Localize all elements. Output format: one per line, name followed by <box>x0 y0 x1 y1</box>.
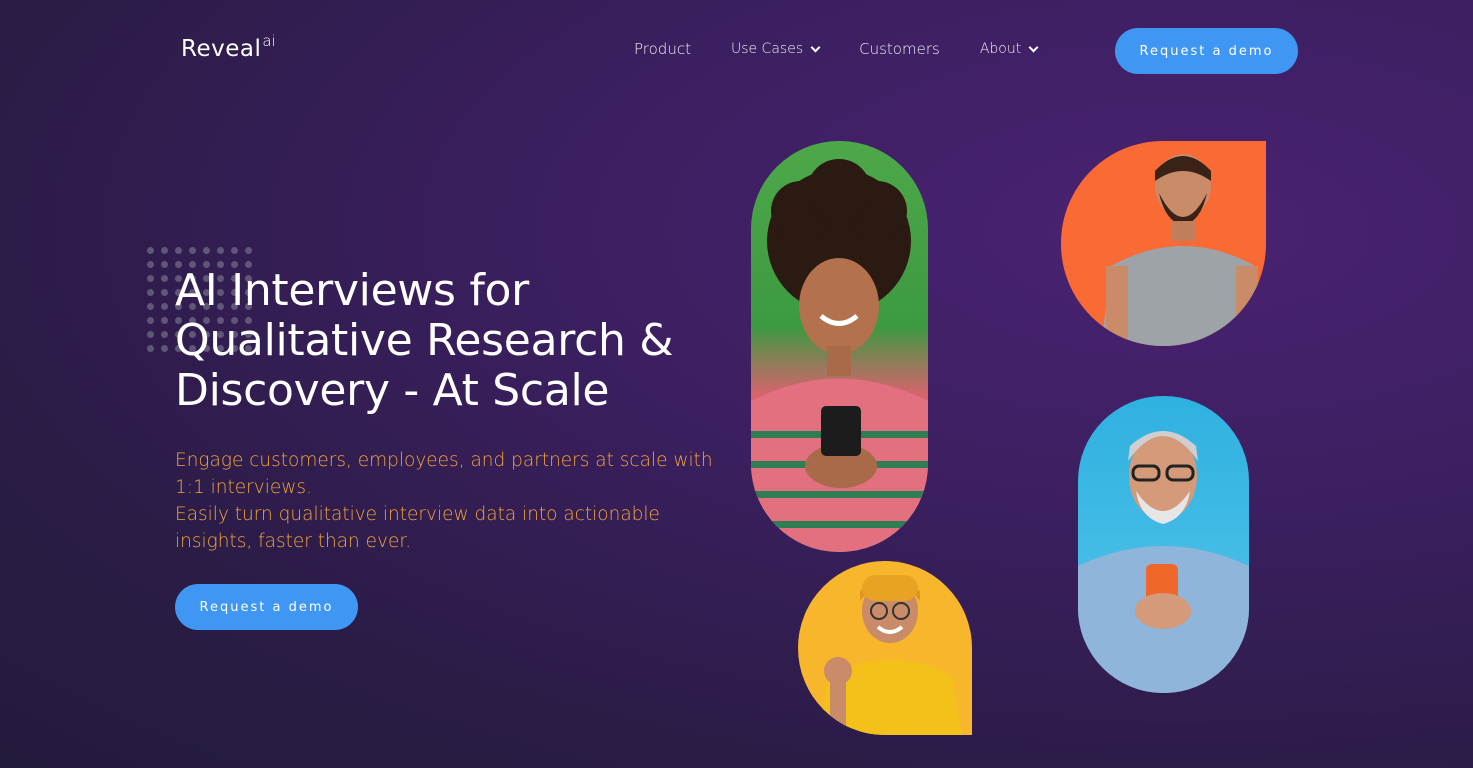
bearded-man-photo <box>1061 141 1266 346</box>
dot <box>147 247 154 254</box>
nav-item-label: Use Cases <box>730 41 804 57</box>
dot <box>161 331 168 338</box>
hero-headline-line: Discovery - At Scale <box>175 365 610 416</box>
dot <box>161 303 168 310</box>
bearded-man-illustration <box>1101 154 1266 346</box>
request-demo-button-hero[interactable]: Request a demo <box>175 584 358 630</box>
request-demo-button-header[interactable]: Request a demo <box>1115 28 1298 74</box>
nav-item-label: Customers <box>859 40 940 58</box>
nav-item-product[interactable]: Product <box>634 40 691 58</box>
hero-subtext: Engage customers, employees, and partner… <box>175 447 735 555</box>
dot <box>161 345 168 352</box>
dot <box>147 331 154 338</box>
main-nav: Product Use Cases Customers About <box>634 40 1039 58</box>
hero-subtext-line: Easily turn qualitative interview data i… <box>175 504 660 552</box>
dot <box>161 317 168 324</box>
dot <box>203 247 210 254</box>
dot <box>175 247 182 254</box>
dot <box>231 247 238 254</box>
dot <box>217 247 224 254</box>
hero-headline: AI Interviews for Qualitative Research &… <box>175 266 735 416</box>
dot <box>161 275 168 282</box>
woman-with-phone-photo <box>751 141 928 552</box>
hero-headline-line: AI Interviews for <box>175 265 529 316</box>
dot <box>161 261 168 268</box>
dot <box>147 289 154 296</box>
dot <box>245 247 252 254</box>
woman-illustration <box>751 159 928 552</box>
chevron-down-icon <box>1028 42 1039 52</box>
dot <box>161 289 168 296</box>
nav-item-use-cases[interactable]: Use Cases <box>730 41 821 57</box>
dot <box>147 261 154 268</box>
dot <box>161 247 168 254</box>
older-man-with-phone-photo <box>1078 396 1249 693</box>
chevron-down-icon <box>810 42 821 52</box>
beanie-man-illustration <box>818 575 962 735</box>
hero-subtext-line: Engage customers, employees, and partner… <box>175 450 713 498</box>
dot <box>189 247 196 254</box>
man-yellow-beanie-photo <box>798 561 972 735</box>
brand-logo[interactable]: Reveal ai <box>181 32 276 62</box>
nav-item-label: About <box>979 41 1022 57</box>
brand-name: Reveal <box>181 36 262 62</box>
dot <box>147 275 154 282</box>
nav-item-label: Product <box>634 40 691 58</box>
nav-item-customers[interactable]: Customers <box>859 40 940 58</box>
nav-item-about[interactable]: About <box>979 41 1039 57</box>
hero-headline-line: Qualitative Research & <box>175 315 674 366</box>
older-man-illustration <box>1078 431 1249 693</box>
dot <box>147 303 154 310</box>
dot <box>147 345 154 352</box>
brand-superscript: ai <box>262 32 276 50</box>
dot <box>147 317 154 324</box>
